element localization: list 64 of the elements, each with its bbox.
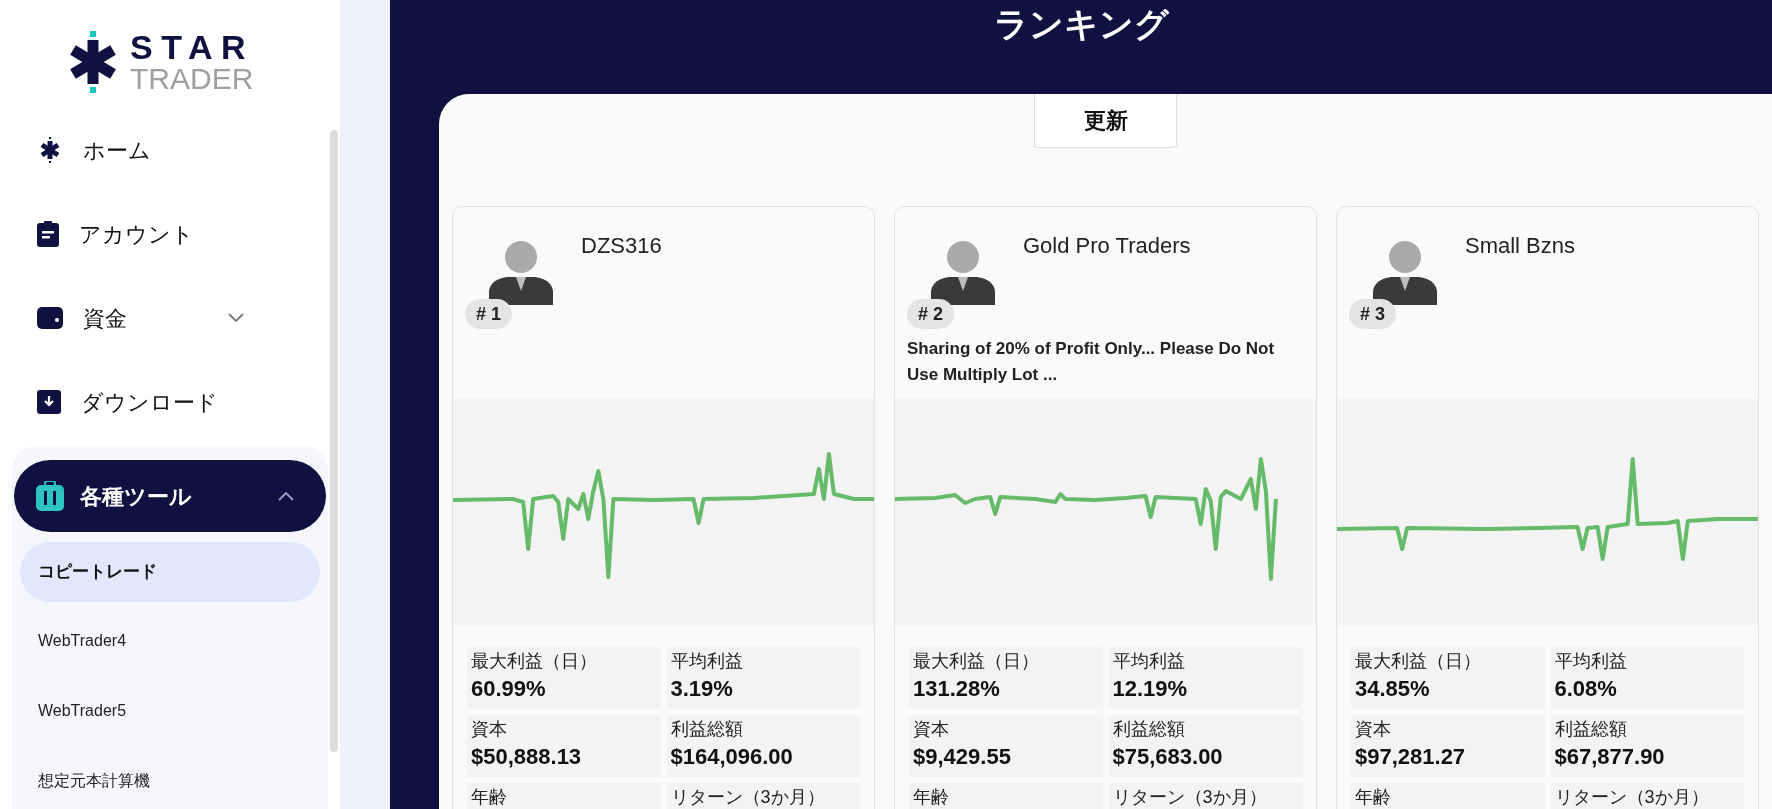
stat-label: 利益総額 <box>670 718 744 741</box>
download-icon <box>37 390 61 414</box>
stat-value: 60.99% <box>471 675 547 703</box>
stat-label: 平均利益 <box>1554 650 1628 673</box>
stat-value: 6.08% <box>1554 675 1618 703</box>
scrollbar[interactable] <box>330 130 338 752</box>
wallet-icon <box>37 307 63 329</box>
stat-label: 最大利益（日） <box>913 650 1040 673</box>
stat-value: 131.28% <box>913 675 1001 703</box>
trader-name: DZS316 <box>581 232 662 260</box>
stat-value: $50,888.13 <box>471 743 583 771</box>
logo-wordmark: TRADER <box>130 64 255 94</box>
stat-label: 資本 <box>471 718 508 741</box>
person-silhouette-icon <box>489 241 553 305</box>
sidebar-item[interactable]: 資金 <box>0 276 340 360</box>
stat-value: $97,281.27 <box>1355 743 1467 771</box>
submenu-item[interactable]: WebTrader5 <box>20 676 320 746</box>
submenu-item[interactable]: 想定元本計算機 <box>20 746 320 809</box>
stat-value: $75,683.00 <box>1112 743 1224 771</box>
trader-description: Sharing of 20% of Profit Only... Please Do Not Use Multiply Lot ... <box>907 337 1276 386</box>
stat-value: $67,877.90 <box>1554 743 1666 771</box>
refresh-button[interactable]: 更新 <box>1034 94 1177 148</box>
logo-wordmark: STAR <box>130 30 255 64</box>
stat-label: 平均利益 <box>670 650 744 673</box>
stat-value: $9,429.55 <box>913 743 1012 771</box>
person-silhouette-icon <box>1373 241 1437 305</box>
chevron-up-icon <box>278 491 294 501</box>
clipboard-icon <box>37 221 59 247</box>
trader-name: Small Bzns <box>1465 232 1576 260</box>
stat-label: リターン（3か月） <box>670 786 826 809</box>
suitcase-icon <box>36 481 64 511</box>
sidebar-item[interactable]: ホーム <box>0 108 340 192</box>
rank-badge: # 1 <box>465 299 513 329</box>
stat-value: 12.19% <box>1112 675 1189 703</box>
trader-card[interactable]: Small Bzns # 3 最大利益（日） 34.85% 平均利益 6.08% 資本 $97,281.27 利益総額 $67,877.90 年齢 リターン（3か月） <box>1336 206 1759 809</box>
stat-label: リターン（3か月） <box>1112 786 1268 809</box>
stat-label: 年齢 <box>471 786 508 809</box>
stat-label: 年齢 <box>913 786 950 809</box>
submenu-item[interactable]: WebTrader4 <box>20 606 320 676</box>
stat-label: 利益総額 <box>1554 718 1628 741</box>
trader-name: Gold Pro Traders <box>1023 232 1191 260</box>
submenu-item[interactable]: コピートレード <box>20 542 320 602</box>
logo-star-icon <box>68 31 118 93</box>
stat-label: 利益総額 <box>1112 718 1186 741</box>
stat-value: 3.19% <box>670 675 734 703</box>
chevron-down-icon <box>228 313 244 323</box>
rank-badge: # 2 <box>907 299 955 329</box>
stat-label: リターン（3か月） <box>1554 786 1710 809</box>
stat-value: 34.85% <box>1355 675 1431 703</box>
stat-label: 資本 <box>1355 718 1392 741</box>
stat-label: 年齢 <box>1355 786 1392 809</box>
stat-label: 最大利益（日） <box>471 650 598 673</box>
sidebar-item[interactable]: 各種ツール <box>14 460 326 532</box>
sidebar-item[interactable]: アカウント <box>0 192 340 276</box>
trader-card[interactable]: DZS316 # 1 最大利益（日） 60.99% 平均利益 3.19% 資本 $50,888.13 利益総額 $164,096.00 年齢 リターン（3か月） <box>452 206 875 809</box>
stat-label: 平均利益 <box>1112 650 1186 673</box>
trader-card[interactable]: Gold Pro Traders # 2 Sharing of 20% of Profit Only... Please Do Not Use Multiply Lot ... 最大利益（日） 131.28% 平均利益 12.19% 資本 $9,429.55 利益総額 $75,683.00 年齢 リターン（3か月） <box>894 206 1317 809</box>
stat-label: 資本 <box>913 718 950 741</box>
stat-value: $164,096.00 <box>670 743 794 771</box>
stat-label: 最大利益（日） <box>1355 650 1482 673</box>
person-silhouette-icon <box>931 241 995 305</box>
rank-badge: # 3 <box>1349 299 1397 329</box>
sidebar-item[interactable]: ダウンロード <box>0 360 340 444</box>
page-title: ランキング <box>992 4 1171 45</box>
